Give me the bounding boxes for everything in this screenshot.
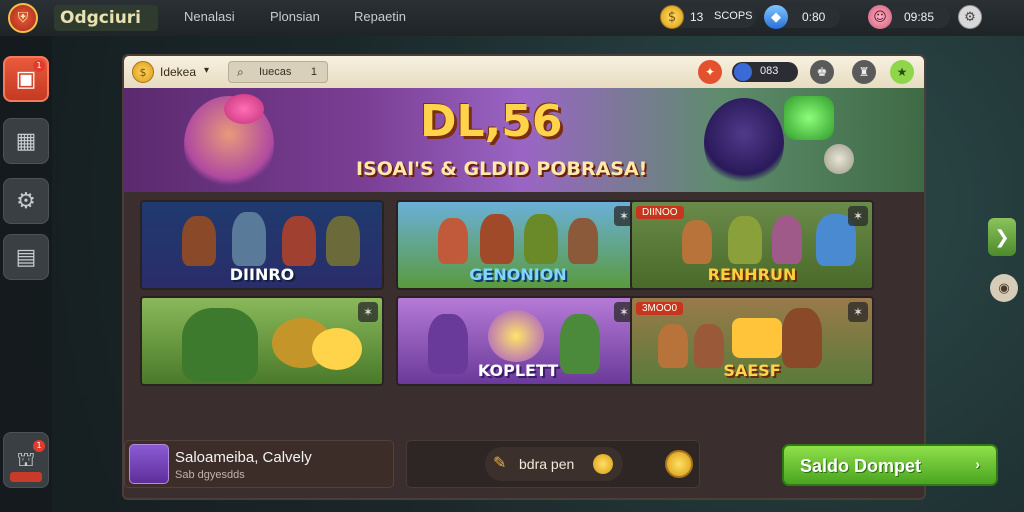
- figure-1: [182, 216, 216, 266]
- figure-3: [772, 216, 802, 264]
- main-panel: $ Idekea ▾ ⌕ Iuecas 1 ✦ 083 ♚ ♜ ★ DL,56 …: [122, 54, 926, 500]
- game-card-6[interactable]: 3MOO0 ✶ SAESF: [630, 296, 874, 386]
- horn-icon: ✎: [493, 453, 507, 472]
- gem-icon: ◆: [764, 5, 788, 29]
- figure-4: [568, 218, 598, 264]
- figure-3: [282, 216, 316, 266]
- avatar: [129, 444, 169, 484]
- gem-icon: [734, 63, 752, 81]
- info-button[interactable]: ◉: [990, 274, 1018, 302]
- nav-item-2[interactable]: Plonsian: [270, 9, 320, 24]
- coin-icon: $: [660, 5, 684, 29]
- game-card-3[interactable]: DIINOO ✶ RENHRUN: [630, 200, 874, 290]
- next-arrow-button[interactable]: ❯: [988, 218, 1016, 256]
- game-title: DIINRO: [229, 265, 295, 284]
- gear-icon: ⚙: [16, 188, 36, 214]
- goblin-figure: [182, 308, 258, 382]
- wallet-balance-button[interactable]: Saldo Dompet ›: [782, 444, 998, 486]
- banner-title: DL,56: [420, 96, 563, 147]
- top-bar: ⛨ Odgciuri Nenalasi Plonsian Repaetin $ …: [0, 0, 1024, 36]
- figure-3: [524, 214, 558, 264]
- coins-count: 13: [690, 10, 704, 24]
- balance-value: 083: [760, 65, 779, 77]
- star-icon[interactable]: ★: [890, 60, 914, 84]
- cup-icon[interactable]: ♜: [852, 60, 876, 84]
- fire-icon[interactable]: ✦: [698, 60, 722, 84]
- player-subtitle: Sab dgyesdds: [175, 469, 245, 481]
- player-card[interactable]: Saloameiba, Calvely Sab dgyesdds: [124, 440, 394, 488]
- chevron-right-icon: ❯: [994, 226, 1010, 248]
- game-title: RENHRUN: [707, 265, 797, 284]
- favorite-star-icon[interactable]: ✶: [848, 206, 868, 226]
- sidebar: ▣ 1 ▦ ⚙ ▤ ⛫ 1: [0, 36, 52, 512]
- game-title: GENONION: [469, 265, 567, 284]
- game-card-4[interactable]: ✶: [140, 296, 384, 386]
- figure-4: [326, 216, 360, 266]
- coin-icon[interactable]: [665, 450, 693, 478]
- nav-item-3[interactable]: Repaetin: [354, 9, 406, 24]
- chevron-right-icon: ›: [975, 456, 980, 472]
- orb-figure: [488, 310, 544, 362]
- bottom-notification-badge: 1: [33, 440, 45, 452]
- trophy-icon[interactable]: ♚: [810, 60, 834, 84]
- game-badge: 3MOO0: [636, 302, 684, 315]
- coin-icon: $: [132, 61, 154, 83]
- search-count: 1: [310, 66, 317, 78]
- game-card-1[interactable]: DIINRO: [140, 200, 384, 290]
- figure-3: [782, 308, 822, 368]
- box-icon: ▤: [15, 244, 37, 270]
- figure-2: [728, 216, 762, 264]
- coin-icon: [312, 328, 362, 370]
- chevron-down-icon[interactable]: ▾: [204, 65, 209, 76]
- timer-text: 09:85: [904, 10, 935, 24]
- promo-banner[interactable]: DL,56 ISOAI'S & GLDID POBRASA!: [124, 88, 924, 192]
- game-card-5[interactable]: ✶ KOPLETT: [396, 296, 640, 386]
- search-value: Iuecas: [259, 66, 292, 78]
- game-badge: DIINOO: [636, 206, 684, 219]
- sidebar-item-grid[interactable]: ▦: [3, 118, 49, 164]
- hero-right: [704, 98, 784, 188]
- cta-label: Saldo Dompet: [800, 456, 922, 476]
- game-title: KOPLETT: [477, 361, 559, 380]
- notification-badge: 1: [33, 60, 45, 72]
- logo-icon[interactable]: ⛨: [8, 3, 38, 33]
- mushroom-icon: ⛫: [16, 446, 36, 471]
- balance-pill: 083: [732, 62, 798, 82]
- sidebar-item-box[interactable]: ▤: [3, 234, 49, 280]
- settings-icon[interactable]: ⚙: [958, 5, 982, 29]
- game-card-2[interactable]: ✶ GENONION: [396, 200, 640, 290]
- nav-item-1[interactable]: Nenalasi: [184, 9, 235, 24]
- panel-header: $ Idekea ▾ ⌕ Iuecas 1 ✦ 083 ♚ ♜ ★: [124, 56, 924, 88]
- pet-icon: [824, 144, 854, 174]
- player-name: Saloameiba, Calvely: [175, 449, 312, 466]
- sidebar-item-settings[interactable]: ⚙: [3, 178, 49, 224]
- info-icon: ◉: [998, 280, 1010, 296]
- bonus-text: bdra pen: [519, 456, 575, 472]
- panel-label[interactable]: Idekea: [160, 65, 196, 79]
- banner-subtitle: ISOAI'S & GLDID POBRASA!: [356, 158, 648, 180]
- game-title: SAESF: [723, 361, 781, 380]
- search-field[interactable]: ⌕ Iuecas 1: [228, 61, 328, 83]
- bonus-bar[interactable]: ✎ bdra pen: [406, 440, 700, 488]
- figure-1: [438, 218, 468, 264]
- coin-icon: [593, 454, 613, 474]
- emerald-icon: [784, 96, 834, 140]
- favorite-star-icon[interactable]: ✶: [358, 302, 378, 322]
- treasure-figure: [732, 318, 782, 358]
- figure-2: [232, 212, 266, 266]
- gems-count: 0:80: [802, 10, 826, 24]
- search-icon: ⌕: [237, 65, 244, 79]
- coins-label: SCOPS: [714, 10, 753, 22]
- figure-1: [682, 220, 712, 264]
- favorite-star-icon[interactable]: ✶: [848, 302, 868, 322]
- grid-icon: ▦: [15, 128, 37, 154]
- hero-hair: [224, 94, 264, 124]
- avatar-icon[interactable]: ☺: [868, 5, 892, 29]
- app-title: Odgciuri: [54, 5, 158, 31]
- bottom-ribbon: [10, 472, 42, 482]
- figure-2: [480, 214, 514, 264]
- home-icon: ▣: [15, 66, 37, 92]
